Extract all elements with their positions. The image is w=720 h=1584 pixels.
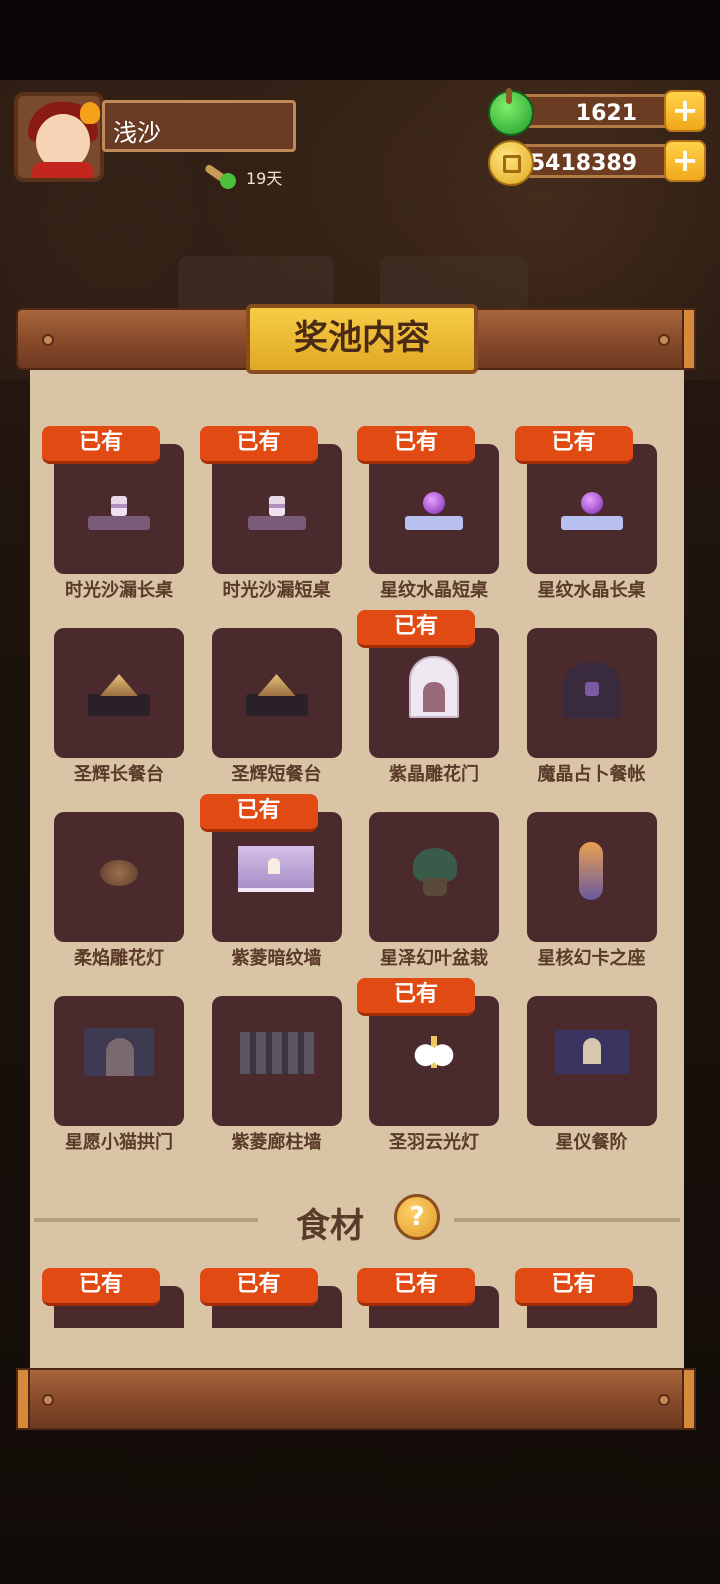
short-banquet-table-icon [212,628,342,758]
gem-amount: 1621 [575,101,637,126]
potted-plant-icon [369,812,499,942]
prize-item[interactable]: 柔焰雕花灯 [54,812,184,972]
item-name: 柔焰雕花灯 [74,948,164,969]
divider-left [34,1218,258,1222]
long-banquet-table-icon [54,628,184,758]
item-name: 魔晶占卜餐帐 [537,764,646,785]
owned-badge: 已有 [199,794,318,832]
item-name: 时光沙漏短桌 [222,580,331,601]
prize-item[interactable]: 已有紫晶雕花门 [357,610,499,788]
food-section-title: 食材 [296,1206,364,1246]
item-name: 紫菱暗纹墙 [231,948,322,969]
item-name: 紫晶雕花门 [389,764,479,785]
owned-badge: 已有 [199,1268,318,1306]
coin-currency: 5418389 + [488,138,706,186]
food-item[interactable]: 已有 [357,1268,499,1328]
prize-item[interactable]: 圣辉长餐台 [54,628,184,788]
owned-badge: 已有 [42,426,160,464]
player-avatar[interactable] [14,92,104,182]
prize-item[interactable]: 星仪餐阶 [526,996,657,1156]
owned-badge: 已有 [514,1268,633,1306]
prize-item[interactable]: 圣辉短餐台 [211,628,342,788]
item-name: 星愿小猫拱门 [65,1132,173,1153]
cat-archway-icon [54,996,184,1126]
owned-badge: 已有 [357,1268,475,1306]
item-name: 紫菱廊柱墙 [231,1132,322,1153]
divination-tent-icon [527,628,657,758]
prize-item[interactable]: 已有星纹水晶长桌 [514,426,657,604]
prize-item[interactable]: 星泽幻叶盆栽 [369,812,499,972]
help-button[interactable]: ? [394,1194,440,1240]
add-coins-button[interactable]: + [664,140,706,182]
column-wall-icon [212,996,342,1126]
item-name: 星泽幻叶盆栽 [380,948,488,969]
gem-currency: 1621 + [488,88,706,136]
prize-item[interactable]: 已有紫菱暗纹墙 [199,794,342,972]
prize-item[interactable]: 魔晶占卜餐帐 [526,628,657,788]
food-item[interactable]: 已有 [42,1268,184,1328]
prize-item[interactable]: 已有星纹水晶短桌 [357,426,499,604]
owned-badge: 已有 [357,610,475,648]
owned-badge: 已有 [514,426,633,464]
add-gems-button[interactable]: + [664,90,706,132]
coin-amount: 5418389 [529,151,637,176]
login-days: 19天 [203,162,283,192]
food-item[interactable]: 已有 [514,1268,657,1328]
gem-icon [488,88,534,136]
panel-bottom-plank [16,1368,696,1430]
prize-item[interactable]: 已有时光沙漏长桌 [42,426,184,604]
prize-item[interactable]: 已有圣羽云光灯 [357,978,499,1156]
divider-right [454,1218,680,1222]
owned-badge: 已有 [199,426,318,464]
flame-icon [80,102,100,124]
item-name: 星核幻卡之座 [537,948,646,969]
player-name-bar: 浅沙 [102,100,296,152]
item-name: 圣辉短餐台 [231,764,322,785]
prize-item[interactable]: 紫菱廊柱墙 [211,996,342,1156]
dining-stage-icon [527,996,657,1126]
prize-item[interactable]: 星愿小猫拱门 [54,996,184,1156]
prize-item[interactable]: 已有时光沙漏短桌 [199,426,342,604]
item-name: 时光沙漏长桌 [65,580,173,601]
coin-icon [488,140,534,186]
days-count: 19天 [246,169,283,188]
owned-badge: 已有 [42,1268,160,1306]
player-name: 浅沙 [113,119,161,147]
item-name: 星纹水晶长桌 [537,580,646,601]
item-name: 星仪餐阶 [555,1132,628,1153]
prize-item[interactable]: 星核幻卡之座 [526,812,657,972]
food-item[interactable]: 已有 [199,1268,342,1328]
panel-title: 奖池内容 [246,304,478,374]
item-name: 圣羽云光灯 [389,1132,479,1153]
item-name: 圣辉长餐台 [74,764,164,785]
owned-badge: 已有 [357,978,475,1016]
owned-badge: 已有 [357,426,475,464]
card-seat-icon [527,812,657,942]
item-name: 星纹水晶短桌 [380,580,488,601]
carved-lamp-icon [54,812,184,942]
key-icon [203,163,238,191]
